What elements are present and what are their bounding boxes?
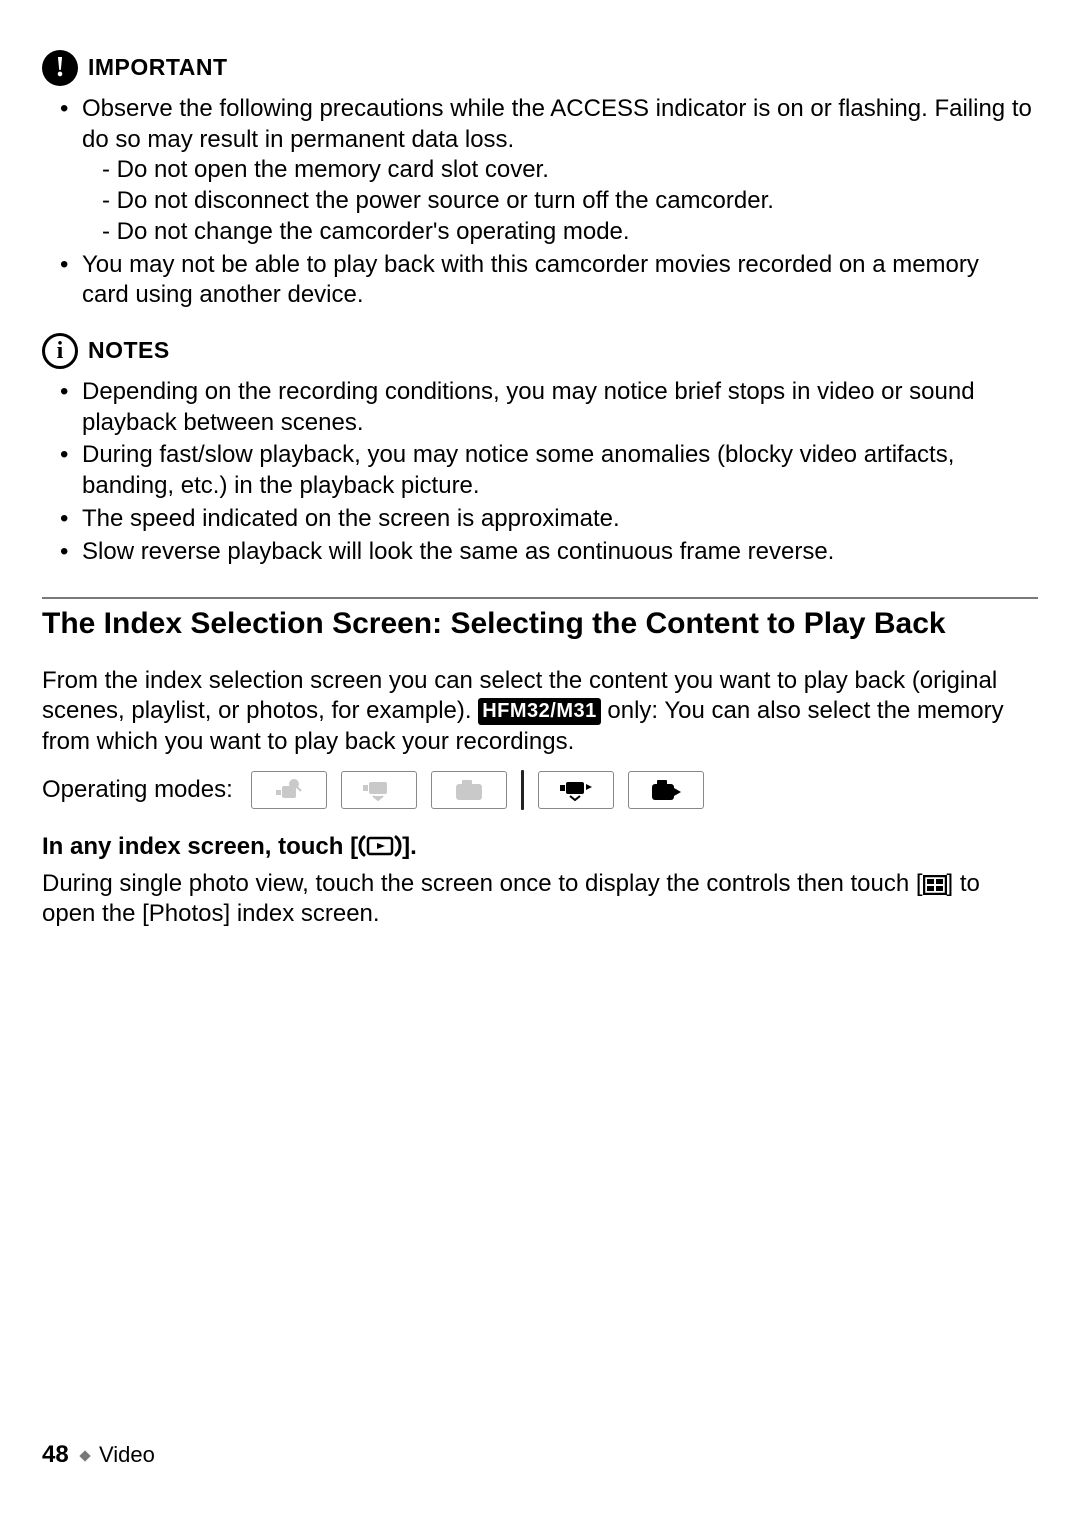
exclamation-icon: ! [42,50,78,86]
important-sub-2: Do not change the camcorder's operating … [102,217,1032,248]
step-head-pre: In any index screen, touch [ [42,833,358,860]
step-heading: In any index screen, touch [ ]. [42,832,1038,863]
photos-grid-icon [923,875,947,895]
mode-movie-playback-icon [538,771,614,809]
notes-header: i NOTES [42,333,1038,369]
model-badge: HFM32/M31 [478,698,601,725]
step-head-post: ]. [402,833,417,860]
mode-auto-icon [251,771,327,809]
info-icon: i [42,333,78,369]
mode-movie-record-icon [341,771,417,809]
operating-modes-label: Operating modes: [42,775,233,806]
important-bullet-0: Observe the following precautions while … [82,95,1032,153]
section-intro: From the index selection screen you can … [42,666,1038,758]
step-body: During single photo view, touch the scre… [42,869,1038,930]
page-number: 48 [42,1441,69,1468]
important-header: ! IMPORTANT [42,50,1038,86]
list-item: The speed indicated on the screen is app… [60,504,1032,535]
important-list: Observe the following precautions while … [42,94,1038,311]
section-title: The Index Selection Screen: Selecting th… [42,605,1038,643]
mode-photo-record-icon [431,771,507,809]
manual-page: ! IMPORTANT Observe the following precau… [0,0,1080,1521]
list-item: You may not be able to play back with th… [60,250,1032,311]
important-sublist: Do not open the memory card slot cover. … [82,155,1032,247]
list-item: Slow reverse playback will look the same… [60,537,1032,568]
mode-photo-playback-icon [628,771,704,809]
step-body-pre: During single photo view, touch the scre… [42,870,923,897]
diamond-icon [79,1451,90,1462]
important-sub-0: Do not open the memory card slot cover. [102,155,1032,186]
chapter-name: Video [99,1442,155,1467]
section-divider [42,597,1038,599]
modes-divider [521,770,524,810]
important-bullet-1: You may not be able to play back with th… [82,251,979,309]
important-label: IMPORTANT [88,53,228,82]
operating-modes-row: Operating modes: [42,770,1038,810]
list-item: During fast/slow playback, you may notic… [60,440,1032,501]
important-sub-1: Do not disconnect the power source or tu… [102,186,1032,217]
notes-label: NOTES [88,336,170,365]
notes-list: Depending on the recording conditions, y… [42,377,1038,567]
list-item: Observe the following precautions while … [60,94,1032,248]
page-footer: 48 Video [42,1440,155,1471]
index-selection-icon [358,834,402,858]
list-item: Depending on the recording conditions, y… [60,377,1032,438]
